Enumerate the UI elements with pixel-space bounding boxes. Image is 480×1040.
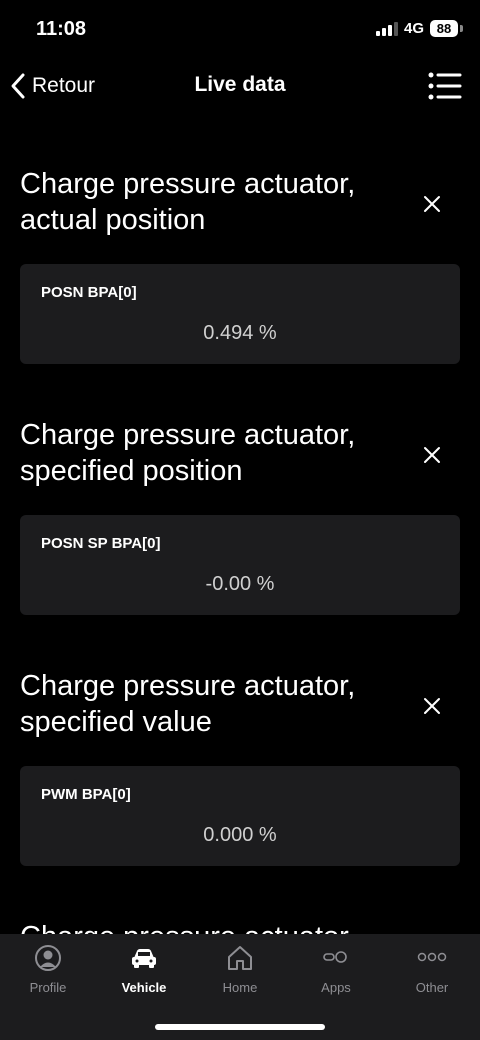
item-title: Charge pressure actuator, specified posi… <box>20 419 356 487</box>
tab-label: Profile <box>29 980 67 995</box>
value-card: POSN BPA[0] 0.494 % <box>20 264 460 364</box>
profile-icon <box>35 945 61 971</box>
item-title: Charge pressure actuator <box>20 919 390 934</box>
close-icon <box>424 698 440 714</box>
apps-icon <box>323 951 347 963</box>
parameter-label: POSN SP BPA[0] <box>41 535 161 552</box>
tab-label: Apps <box>321 980 351 995</box>
parameter-value: -0.00 % <box>205 573 275 595</box>
tab-bar: Profile Vehicle Home Apps Other <box>0 934 480 1040</box>
page-title: Live data <box>194 73 286 96</box>
tab-apps[interactable]: Apps <box>288 934 384 1010</box>
list-icon <box>428 72 462 100</box>
parameter-label: POSN BPA[0] <box>41 284 137 301</box>
battery-tip <box>460 25 463 32</box>
list-menu-button[interactable] <box>424 68 464 104</box>
nav-bar: Retour Live data <box>0 58 480 114</box>
tab-label: Other <box>415 980 449 995</box>
value-card: PWM BPA[0] 0.000 % <box>20 766 460 866</box>
remove-item-button[interactable] <box>418 190 446 218</box>
parameter-label: PWM BPA[0] <box>41 786 131 803</box>
tab-profile[interactable]: Profile <box>0 934 96 1010</box>
battery-icon: 88 <box>430 20 458 37</box>
car-icon <box>132 949 156 968</box>
tab-label: Home <box>222 980 258 995</box>
remove-item-button[interactable] <box>418 441 446 469</box>
parameter-value: 0.000 % <box>203 824 277 846</box>
tab-other[interactable]: Other <box>384 934 480 1010</box>
tab-vehicle[interactable]: Vehicle <box>96 934 192 1010</box>
close-icon <box>424 447 440 463</box>
signal-icon <box>376 22 398 36</box>
network-type: 4G <box>404 20 425 37</box>
tab-label: Vehicle <box>121 980 167 995</box>
close-icon <box>424 196 440 212</box>
parameter-value: 0.494 % <box>203 322 277 344</box>
value-card: POSN SP BPA[0] -0.00 % <box>20 515 460 615</box>
more-icon <box>417 952 447 962</box>
live-data-list[interactable]: Charge pressure actuator, actual positio… <box>0 114 480 934</box>
tab-home[interactable]: Home <box>192 934 288 1010</box>
status-bar: 11:08 4G 88 <box>0 0 480 58</box>
remove-item-button[interactable] <box>418 692 446 720</box>
home-indicator <box>155 1024 325 1030</box>
item-title: Charge pressure actuator, actual positio… <box>20 168 356 236</box>
item-title: Charge pressure actuator, specified valu… <box>20 670 356 738</box>
status-time: 11:08 <box>36 18 87 40</box>
home-icon <box>228 946 252 970</box>
